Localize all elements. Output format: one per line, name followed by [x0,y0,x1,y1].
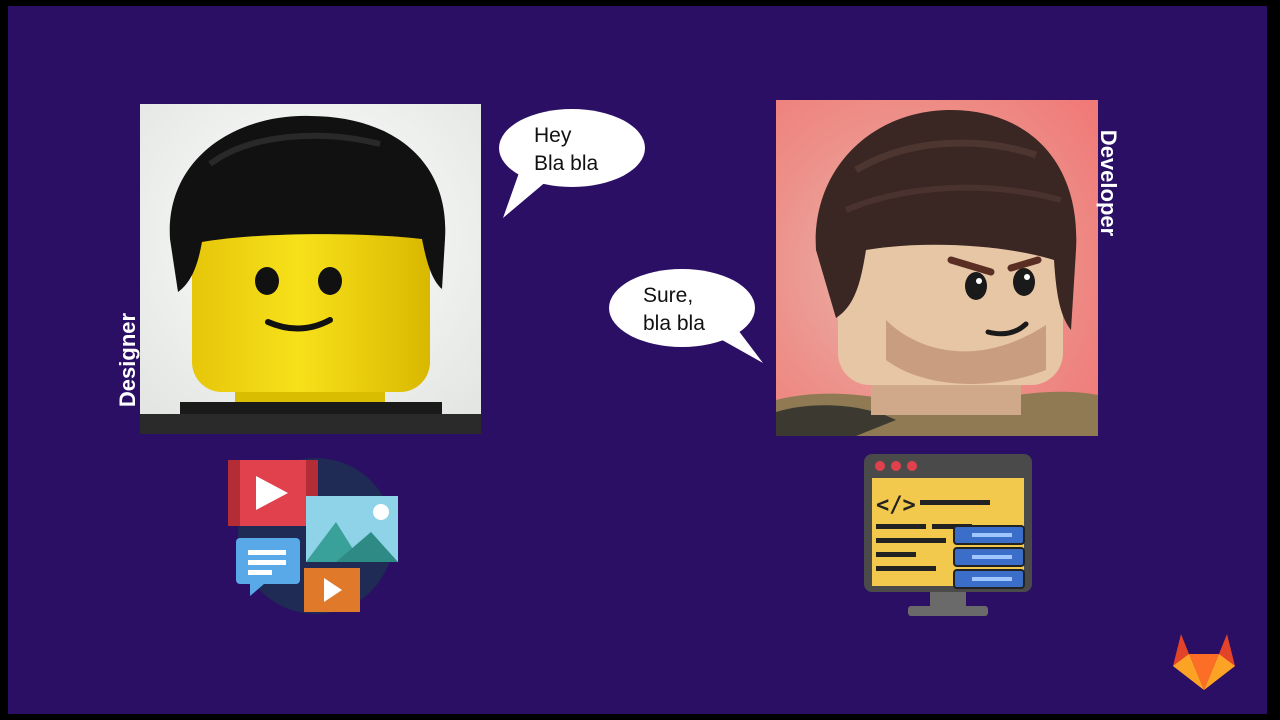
designer-speech-line-2: Bla bla [534,152,599,175]
designer-speech-line-1: Hey [534,124,572,147]
developer-label: Developer [1096,129,1122,237]
developer-speech-line-1: Sure, [643,284,694,307]
svg-text:</>: </> [876,493,916,518]
developer-speech-line-2: bla bla [643,312,705,335]
developer-lego-photo [776,100,1098,436]
designer-lego-photo [140,104,481,434]
designer-label: Designer [115,312,141,408]
media-files-icon [228,458,398,614]
gitlab-logo [1173,634,1235,690]
code-server-monitor-icon: </> [864,454,1032,616]
